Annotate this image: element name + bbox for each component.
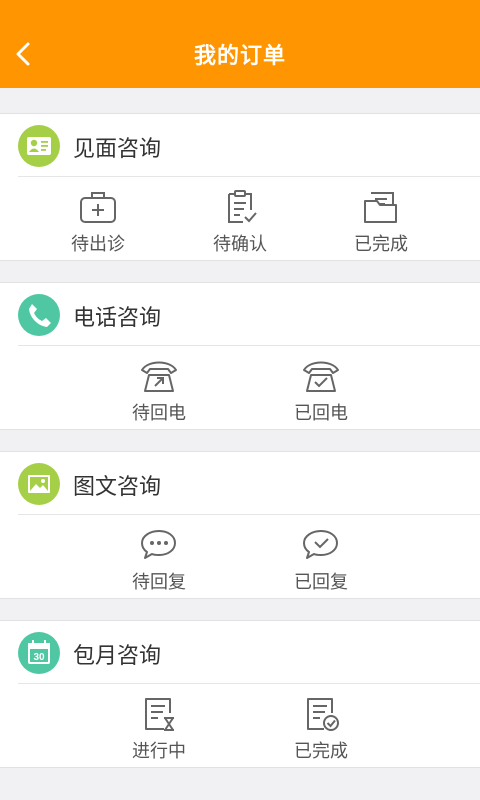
order-status-completed[interactable]: 已完成 [271,684,371,767]
item-label: 待回电 [132,403,186,424]
item-label: 已回电 [294,403,348,424]
item-label: 待确认 [213,234,267,255]
item-label: 进行中 [132,741,186,762]
section-title: 见面咨询 [73,137,162,162]
phone-icon [18,294,60,336]
order-status-replied[interactable]: 已回复 [271,515,371,598]
order-status-in-progress[interactable]: 进行中 [109,684,209,767]
section-title: 图文咨询 [73,475,162,500]
section-title: 包月咨询 [73,644,162,669]
order-status-pending-callback[interactable]: 待回电 [109,346,209,429]
order-status-pending-confirm[interactable]: 待确认 [190,177,290,260]
item-label: 已完成 [354,234,408,255]
chat-dots-icon [141,530,176,559]
order-status-pending-visit[interactable]: 待出诊 [48,177,148,260]
section-image-text-consult: 图文咨询 待回复 已回复 [0,451,480,599]
item-label: 待出诊 [71,234,125,255]
phone-outgoing-icon [141,361,177,392]
section-face-consult: 见面咨询 待出诊 待确认 已完成 [0,113,480,261]
section-monthly-consult: 30 包月咨询 进行中 已完成 [0,620,480,768]
contact-card-icon [18,125,60,167]
item-label: 待回复 [132,572,186,593]
image-icon [18,463,60,505]
section-header: 见面咨询 [18,114,480,177]
section-phone-consult: 电话咨询 待回电 已回电 [0,282,480,430]
medical-kit-icon [80,192,116,223]
calendar-day-text: 30 [33,652,45,663]
doc-hourglass-icon [145,698,174,731]
item-label: 已回复 [294,572,348,593]
calendar-icon: 30 [18,632,60,674]
phone-check-icon [303,361,339,392]
folder-icon [364,192,397,223]
page-title: 我的订单 [193,44,286,69]
section-header: 30 包月咨询 [18,621,480,684]
section-header: 图文咨询 [18,452,480,515]
clipboard-check-icon [228,190,257,223]
app-header: 我的订单 [0,0,480,88]
section-title: 电话咨询 [73,306,162,331]
order-status-called-back[interactable]: 已回电 [271,346,371,429]
doc-check-icon [307,698,339,731]
section-header: 电话咨询 [18,283,480,346]
order-status-pending-reply[interactable]: 待回复 [109,515,209,598]
item-label: 已完成 [294,741,348,762]
chat-check-icon [303,530,338,559]
order-status-completed[interactable]: 已完成 [331,177,431,260]
